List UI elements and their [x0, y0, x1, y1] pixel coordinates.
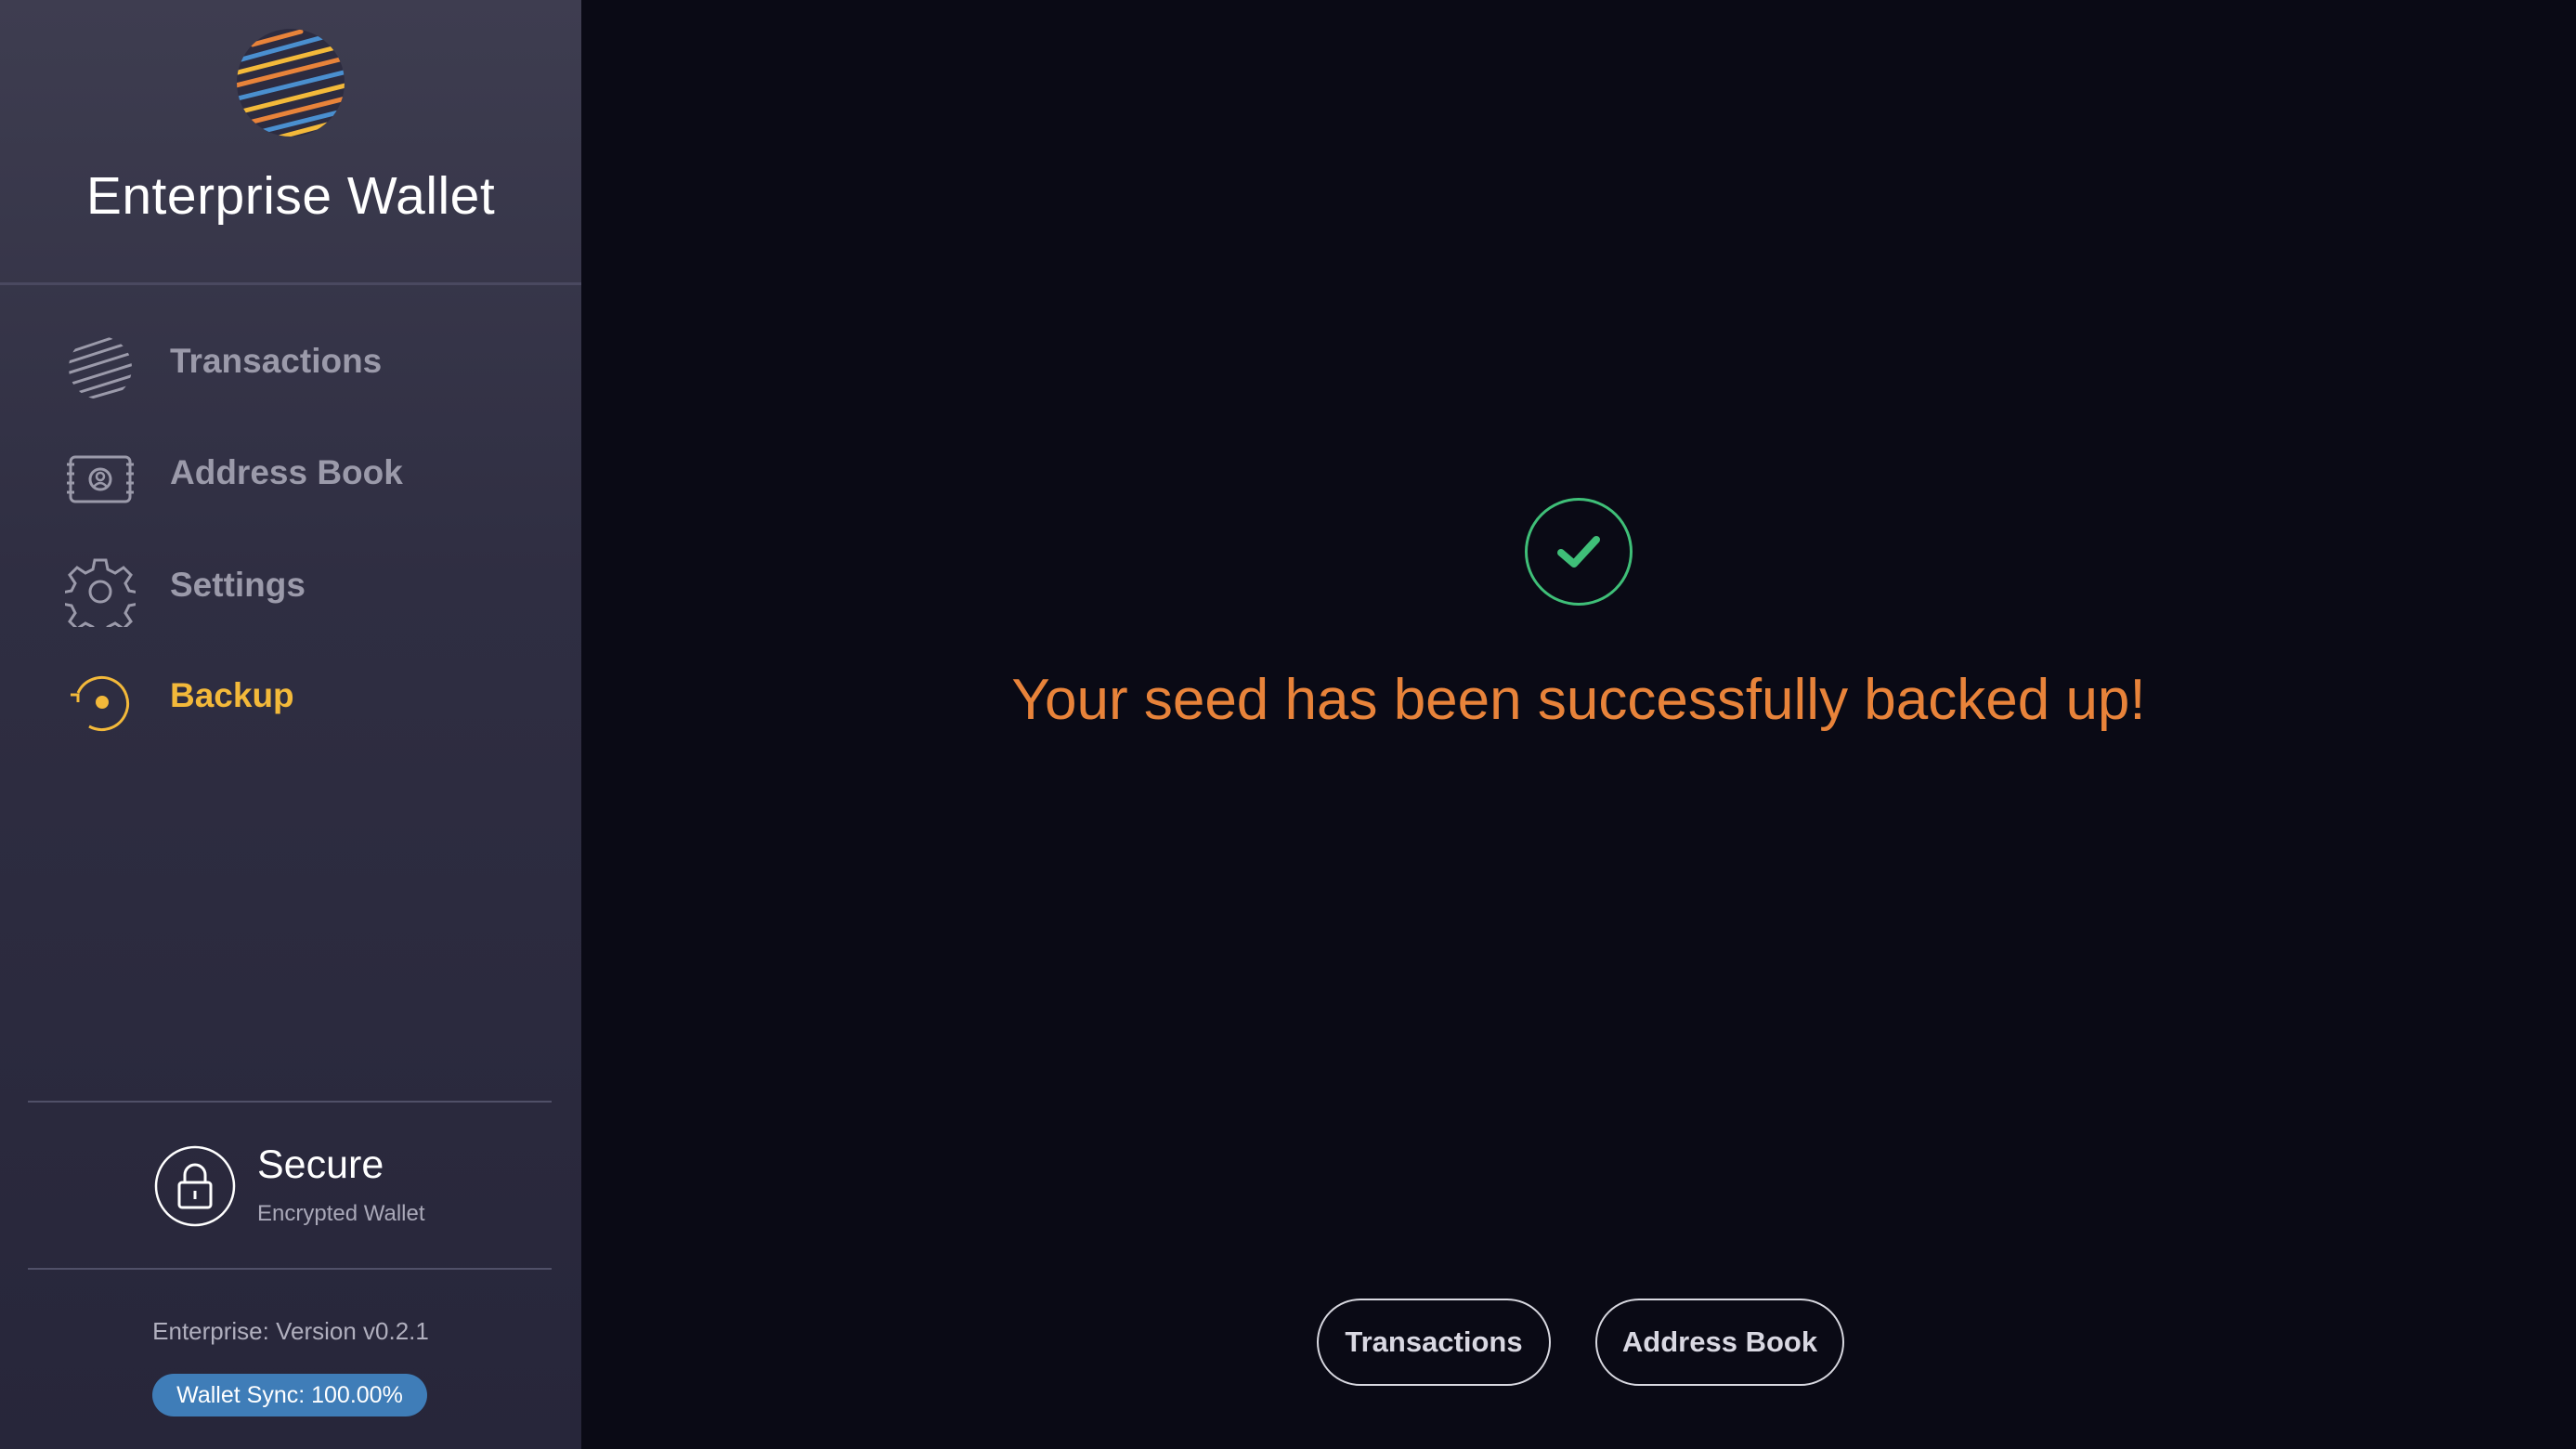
gear-icon — [65, 558, 136, 627]
sidebar-item-transactions[interactable]: Transactions — [0, 316, 581, 418]
success-indicator — [1525, 498, 1633, 606]
security-title: Secure — [257, 1142, 384, 1187]
divider — [28, 1101, 552, 1103]
sidebar-item-label: Backup — [170, 676, 294, 714]
sidebar-item-label: Settings — [170, 566, 306, 604]
main-content: Your seed has been successfully backed u… — [581, 0, 2576, 1449]
sidebar: Enterprise Wallet Transactions Address B… — [0, 0, 581, 1449]
brand-header: Enterprise Wallet — [0, 0, 581, 285]
check-icon — [1557, 536, 1600, 568]
address-book-icon — [67, 455, 134, 503]
sidebar-item-label: Transactions — [170, 342, 383, 380]
address-book-button[interactable]: Address Book — [1595, 1299, 1844, 1386]
globe-icon — [69, 336, 132, 399]
sidebar-item-settings[interactable]: Settings — [0, 540, 581, 642]
divider — [28, 1268, 552, 1270]
sidebar-item-address-book[interactable]: Address Book — [0, 427, 581, 529]
transactions-button[interactable]: Transactions — [1317, 1299, 1551, 1386]
version-label: Enterprise: Version v0.2.1 — [152, 1317, 429, 1345]
lock-icon — [154, 1145, 236, 1227]
globe-logo-icon — [237, 29, 345, 137]
success-message: Your seed has been successfully backed u… — [1011, 668, 2146, 732]
security-subtitle: Encrypted Wallet — [257, 1201, 425, 1226]
backup-icon — [71, 676, 129, 731]
sidebar-item-backup[interactable]: Backup — [0, 650, 581, 752]
app-title: Enterprise Wallet — [85, 166, 496, 226]
wallet-sync-badge: Wallet Sync: 100.00% — [152, 1374, 427, 1416]
sidebar-item-label: Address Book — [170, 453, 403, 491]
